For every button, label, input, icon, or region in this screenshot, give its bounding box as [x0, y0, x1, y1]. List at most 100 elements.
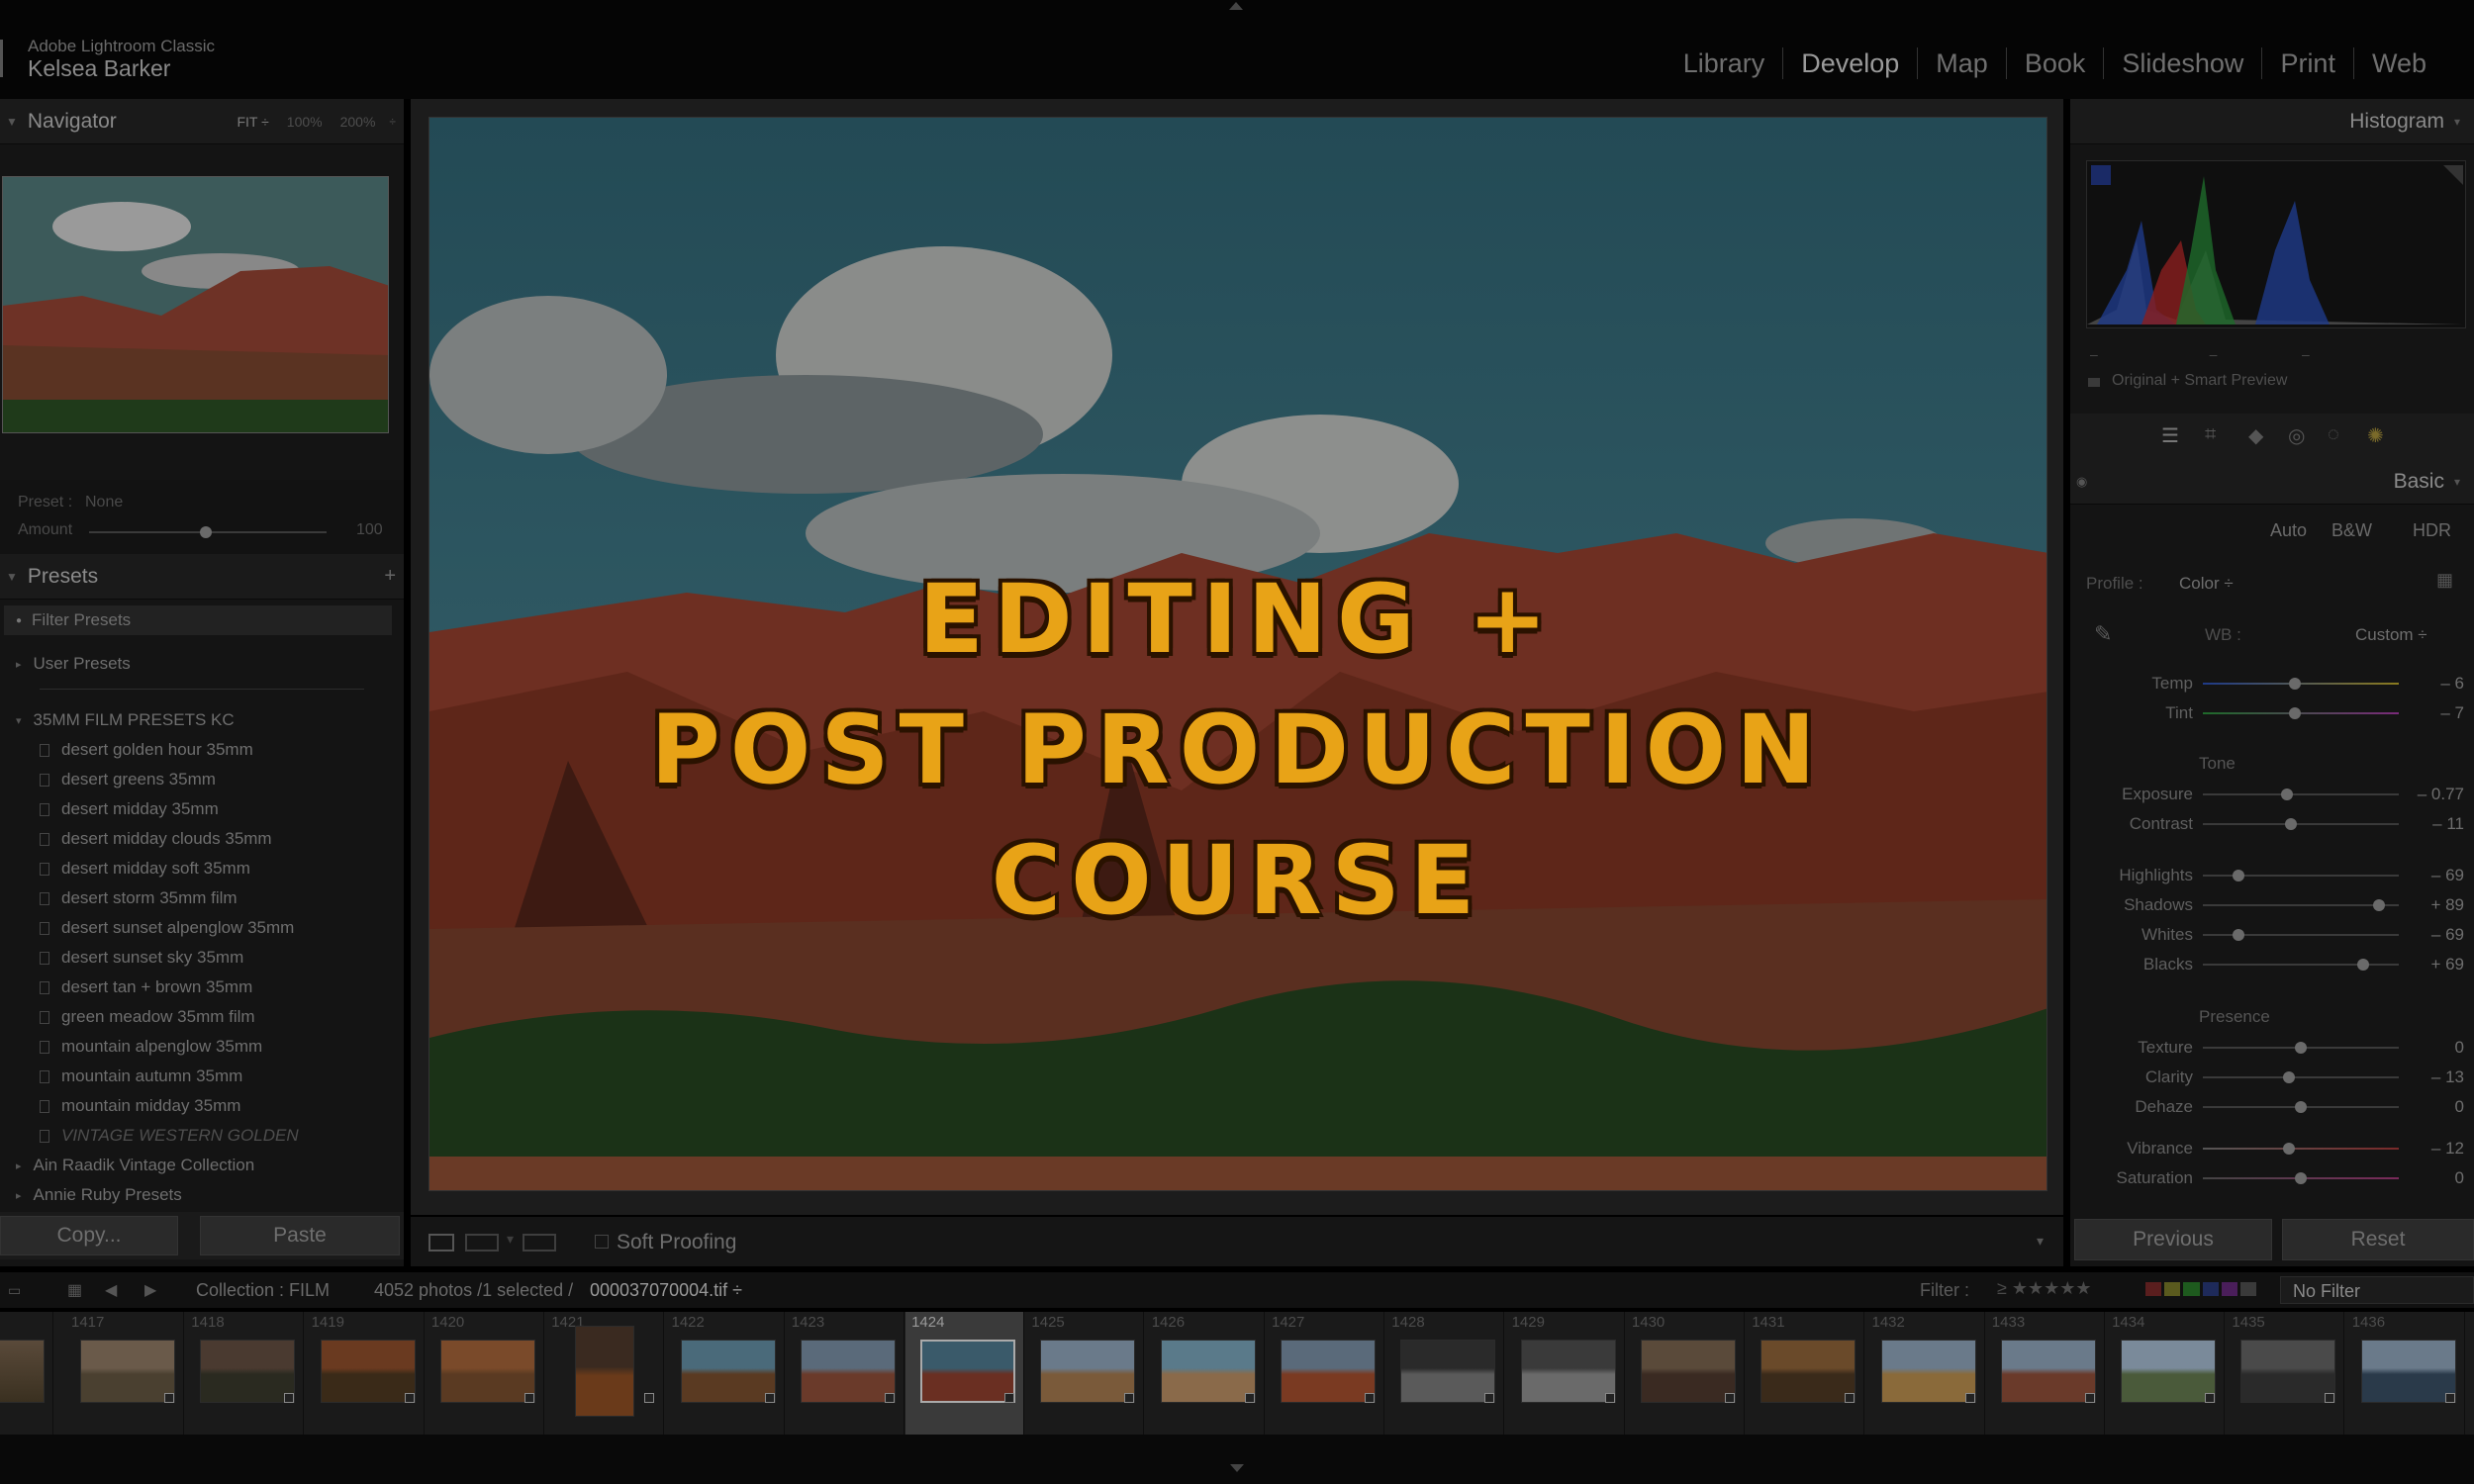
slider-knob-temp[interactable]: [2289, 678, 2302, 690]
folder-expand-icon[interactable]: ▸: [16, 658, 22, 671]
slider-track-temp[interactable]: [2203, 678, 2399, 690]
develop-settings-badge-icon[interactable]: [1124, 1393, 1135, 1403]
filmstrip-cell[interactable]: 1432: [1866, 1312, 1985, 1435]
basic-header[interactable]: ◉ Basic ▾: [2070, 459, 2474, 505]
develop-settings-badge-icon[interactable]: [2205, 1393, 2216, 1403]
panel-collapse-icon[interactable]: ▾: [2454, 115, 2460, 129]
slider-knob-clarity[interactable]: [2283, 1071, 2296, 1083]
slider-value-contrast[interactable]: – 11: [2405, 814, 2464, 834]
secondary-window-icon[interactable]: ▭: [8, 1282, 21, 1299]
reset-button[interactable]: Reset: [2282, 1219, 2474, 1260]
slider-knob-dehaze[interactable]: [2295, 1101, 2307, 1113]
develop-settings-badge-icon[interactable]: [884, 1393, 895, 1403]
develop-settings-badge-icon[interactable]: [1724, 1393, 1735, 1403]
slider-track-highlights[interactable]: [2203, 870, 2399, 881]
yellow-label-swatch[interactable]: [2164, 1282, 2181, 1296]
toolbar-menu-icon[interactable]: ▾: [2037, 1233, 2044, 1250]
presets-header[interactable]: ▼ Presets +: [0, 554, 404, 600]
module-slideshow[interactable]: Slideshow: [2103, 47, 2261, 79]
copy-button[interactable]: Copy...: [0, 1216, 178, 1255]
slider-value-dehaze[interactable]: 0: [2405, 1097, 2464, 1117]
collapse-bottom-arrow-icon[interactable]: [1230, 1464, 1244, 1472]
filmstrip-cell[interactable]: 1426: [1146, 1312, 1265, 1435]
crop-icon[interactable]: ⌗: [2205, 423, 2216, 446]
zoom-200[interactable]: 200%: [340, 114, 376, 130]
develop-settings-badge-icon[interactable]: [2444, 1393, 2455, 1403]
preset-item[interactable]: mountain autumn 35mm: [0, 1062, 404, 1091]
slider-knob-saturation[interactable]: [2295, 1172, 2307, 1184]
slider-value-highlights[interactable]: – 69: [2405, 866, 2464, 885]
slider-value-clarity[interactable]: – 13: [2405, 1067, 2464, 1087]
panel-visibility-icon[interactable]: ◉: [2076, 474, 2087, 490]
slider-value-vibrance[interactable]: – 12: [2405, 1139, 2464, 1159]
filmstrip-cell[interactable]: 1420: [426, 1312, 544, 1435]
slider-value-texture[interactable]: 0: [2405, 1038, 2464, 1058]
preset-item[interactable]: mountain midday 35mm: [0, 1091, 404, 1121]
develop-settings-badge-icon[interactable]: [1484, 1393, 1495, 1403]
develop-settings-badge-icon[interactable]: [1244, 1393, 1255, 1403]
preset-item[interactable]: desert golden hour 35mm: [0, 735, 404, 765]
develop-settings-badge-icon[interactable]: [284, 1393, 295, 1403]
slider-value-blacks[interactable]: + 69: [2405, 955, 2464, 974]
preset-item[interactable]: desert greens 35mm: [0, 765, 404, 794]
red-label-swatch[interactable]: [2145, 1282, 2162, 1296]
filmstrip-cell[interactable]: 1425: [1025, 1312, 1145, 1435]
slider-value-temp[interactable]: – 6: [2405, 674, 2464, 694]
filmstrip-cell[interactable]: 1427: [1266, 1312, 1384, 1435]
filmstrip-cell[interactable]: 1434: [2106, 1312, 2226, 1435]
filter-preset-select[interactable]: No Filter: [2280, 1276, 2474, 1304]
develop-settings-badge-icon[interactable]: [644, 1393, 655, 1403]
bw-button[interactable]: B&W: [2331, 520, 2372, 541]
preset-item[interactable]: desert midday 35mm: [0, 794, 404, 824]
slider-knob-vibrance[interactable]: [2283, 1143, 2296, 1155]
filmstrip-cell[interactable]: 1423: [786, 1312, 904, 1435]
navigator-preview[interactable]: [2, 176, 389, 433]
develop-settings-badge-icon[interactable]: [404, 1393, 415, 1403]
slider-value-exposure[interactable]: – 0.77: [2405, 785, 2464, 804]
color-label-filter[interactable]: [2145, 1282, 2257, 1296]
amount-slider-knob[interactable]: [200, 526, 212, 538]
profile-browser-icon[interactable]: ▦: [2436, 570, 2453, 591]
slider-knob-texture[interactable]: [2295, 1042, 2307, 1054]
auto-button[interactable]: Auto: [2270, 520, 2307, 541]
amount-slider[interactable]: [89, 526, 327, 538]
filmstrip-cell-selected[interactable]: 1424: [905, 1312, 1025, 1435]
swap-view-icon[interactable]: [523, 1234, 556, 1252]
zoom-100[interactable]: 100%: [287, 114, 323, 130]
hdr-button[interactable]: HDR: [2413, 520, 2451, 541]
preset-item[interactable]: desert midday clouds 35mm: [0, 824, 404, 854]
slider-track-blacks[interactable]: [2203, 959, 2399, 971]
slider-knob-exposure[interactable]: [2281, 788, 2294, 800]
slider-track-tint[interactable]: [2203, 707, 2399, 719]
histogram-header[interactable]: Histogram ▾: [2070, 99, 2474, 144]
wb-select[interactable]: Custom ÷: [2355, 625, 2427, 645]
module-map[interactable]: Map: [1917, 47, 2006, 79]
paste-button[interactable]: Paste: [200, 1216, 400, 1255]
edit-sliders-icon[interactable]: ☰: [2161, 423, 2179, 448]
develop-settings-badge-icon[interactable]: [523, 1393, 534, 1403]
back-arrow-icon[interactable]: ◀: [105, 1280, 117, 1300]
user-presets-folder[interactable]: ▸ User Presets: [0, 649, 404, 679]
panel-collapse-icon[interactable]: ▼: [6, 115, 18, 129]
module-develop[interactable]: Develop: [1782, 47, 1917, 79]
grid-view-icon[interactable]: ▦: [67, 1280, 82, 1300]
filmstrip-cell[interactable]: 1418: [185, 1312, 305, 1435]
masking-icon[interactable]: ◌: [2328, 423, 2339, 446]
slider-track-clarity[interactable]: [2203, 1071, 2399, 1083]
filmstrip-cell[interactable]: 1417: [65, 1312, 184, 1435]
filmstrip-cell[interactable]: 1428: [1385, 1312, 1505, 1435]
profile-select[interactable]: Color ÷: [2179, 574, 2234, 594]
preset-item[interactable]: VINTAGE WESTERN GOLDEN: [0, 1121, 404, 1151]
develop-settings-badge-icon[interactable]: [164, 1393, 174, 1403]
filmstrip-cell[interactable]: 1433: [1986, 1312, 2105, 1435]
red-eye-icon[interactable]: ◎: [2288, 423, 2305, 448]
slider-track-whites[interactable]: [2203, 929, 2399, 941]
healing-icon[interactable]: ◆: [2248, 423, 2263, 448]
filmstrip-cell[interactable]: [0, 1312, 53, 1435]
filter-presets-row[interactable]: ● Filter Presets: [4, 605, 392, 635]
filmstrip-cell[interactable]: 1431: [1746, 1312, 1865, 1435]
slider-track-contrast[interactable]: [2203, 818, 2399, 830]
slider-track-texture[interactable]: [2203, 1042, 2399, 1054]
panel-collapse-icon[interactable]: ▾: [2454, 475, 2460, 489]
other-label-swatch[interactable]: [2239, 1282, 2257, 1296]
